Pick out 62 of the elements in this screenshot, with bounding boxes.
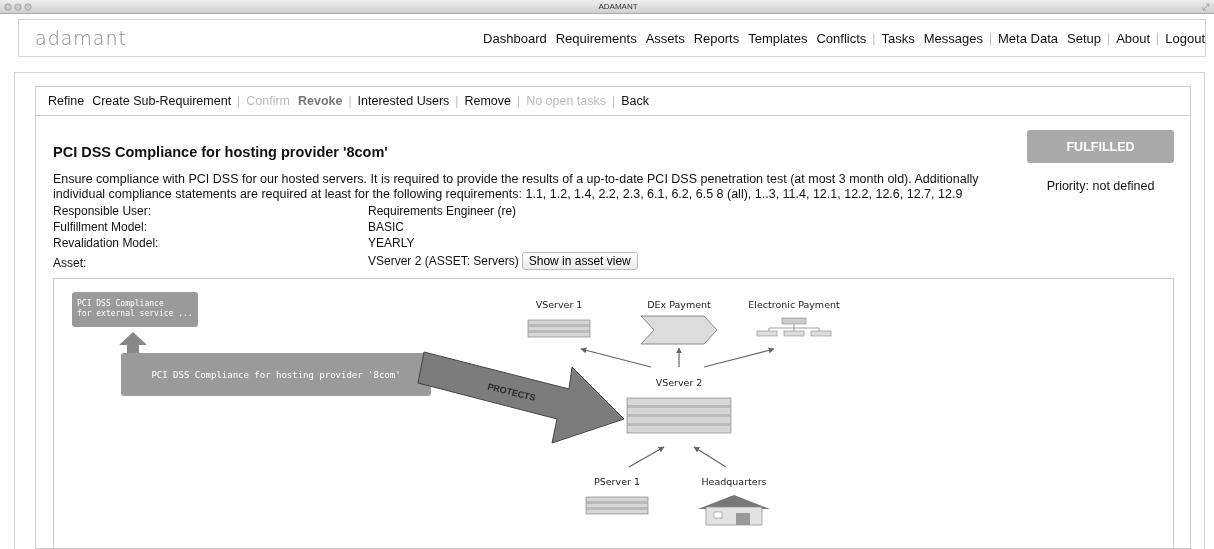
action-link[interactable]: Revoke [298,94,343,108]
nav-link[interactable]: Templates [748,30,808,46]
up-arrow-icon [119,332,147,355]
field-value: VServer 2 (ASSET: Servers) [368,254,519,268]
relation-arrow [703,347,775,368]
field-label: Revalidation Model: [53,236,160,250]
nav-link[interactable]: Requirements [555,30,637,46]
relation-arrow [676,347,682,368]
action-link[interactable]: Back [621,94,649,108]
asset-label: PServer 1 [594,476,640,487]
action-link[interactable]: Remove [464,94,511,108]
asset-label: Electronic Payment [748,299,840,310]
priority-text: Priority: not defined [1046,179,1155,193]
fullscreen-icon[interactable] [1202,2,1210,11]
nav-link[interactable]: Assets [645,30,685,46]
nav-link[interactable]: About [1116,30,1151,46]
action-link[interactable]: Create Sub-Requirement [92,94,232,108]
action-link[interactable]: Refine [48,94,85,108]
network-icon [756,317,832,337]
field-label: Fulfillment Model: [53,220,149,234]
chevron-icon [640,315,718,345]
house-icon [698,495,770,526]
nav-link[interactable]: Messages [923,30,983,46]
window-controls-icon[interactable] [4,2,34,11]
separator: | [455,94,459,108]
relation-arrow [693,446,727,468]
relation-arrow [580,347,652,368]
action-link[interactable]: Interested Users [357,94,450,108]
relation-arrow [628,446,665,468]
separator: | [872,31,876,45]
separator: | [988,31,993,45]
asset-label: Headquarters [701,476,767,487]
field-label: Responsible User: [53,204,153,218]
separator: | [612,94,616,108]
server-icon [626,397,732,434]
requirement-description: Ensure compliance with PCI DSS for our hosted servers. It is required to provide the results of a up-to-date PCI DSS penetration test (at most 3 month old). Additionally individual compliance statements are required at least for the following requirements: 1.1, 1.2, 1.4, 2.2, 2.3, 6.1, 6.2, 6.5 8 (all), 1..3, 11.4, 12.1, 12.2, 12.6, 12.7, 12.9 [53,172,980,202]
nav-link[interactable]: Tasks [881,30,915,46]
asset-label: DEx Payment [647,299,711,310]
field-value: BASIC [368,220,404,234]
nav-link[interactable]: Meta Data [998,30,1058,46]
separator: | [517,94,521,108]
asset-label: VServer 2 [655,377,703,388]
window-title: ADAMANT [597,2,639,11]
nav-link[interactable]: Dashboard [483,30,547,46]
field-value: YEARLY [368,236,415,250]
field-label: Asset: [53,256,88,270]
separator: | [237,94,241,108]
separator: | [348,94,352,108]
nav-link[interactable]: Logout [1165,30,1205,46]
status-badge: FULFILLED [1027,130,1174,163]
separator: | [1107,31,1111,45]
server-icon [585,496,649,515]
show-in-asset-view-button[interactable]: Show in asset view [521,252,638,270]
asset-label: VServer 1 [535,299,583,310]
separator: | [1156,31,1160,45]
requirement-title: PCI DSS Compliance for hosting provider '8com' [53,144,389,160]
nav-link[interactable]: Setup [1067,30,1101,46]
field-value: Requirements Engineer (re) [368,204,517,218]
nav-link[interactable]: Conflicts [816,30,867,46]
server-icon [527,319,591,338]
logo: adamant [35,27,127,49]
nav-link[interactable]: Reports [693,30,740,46]
